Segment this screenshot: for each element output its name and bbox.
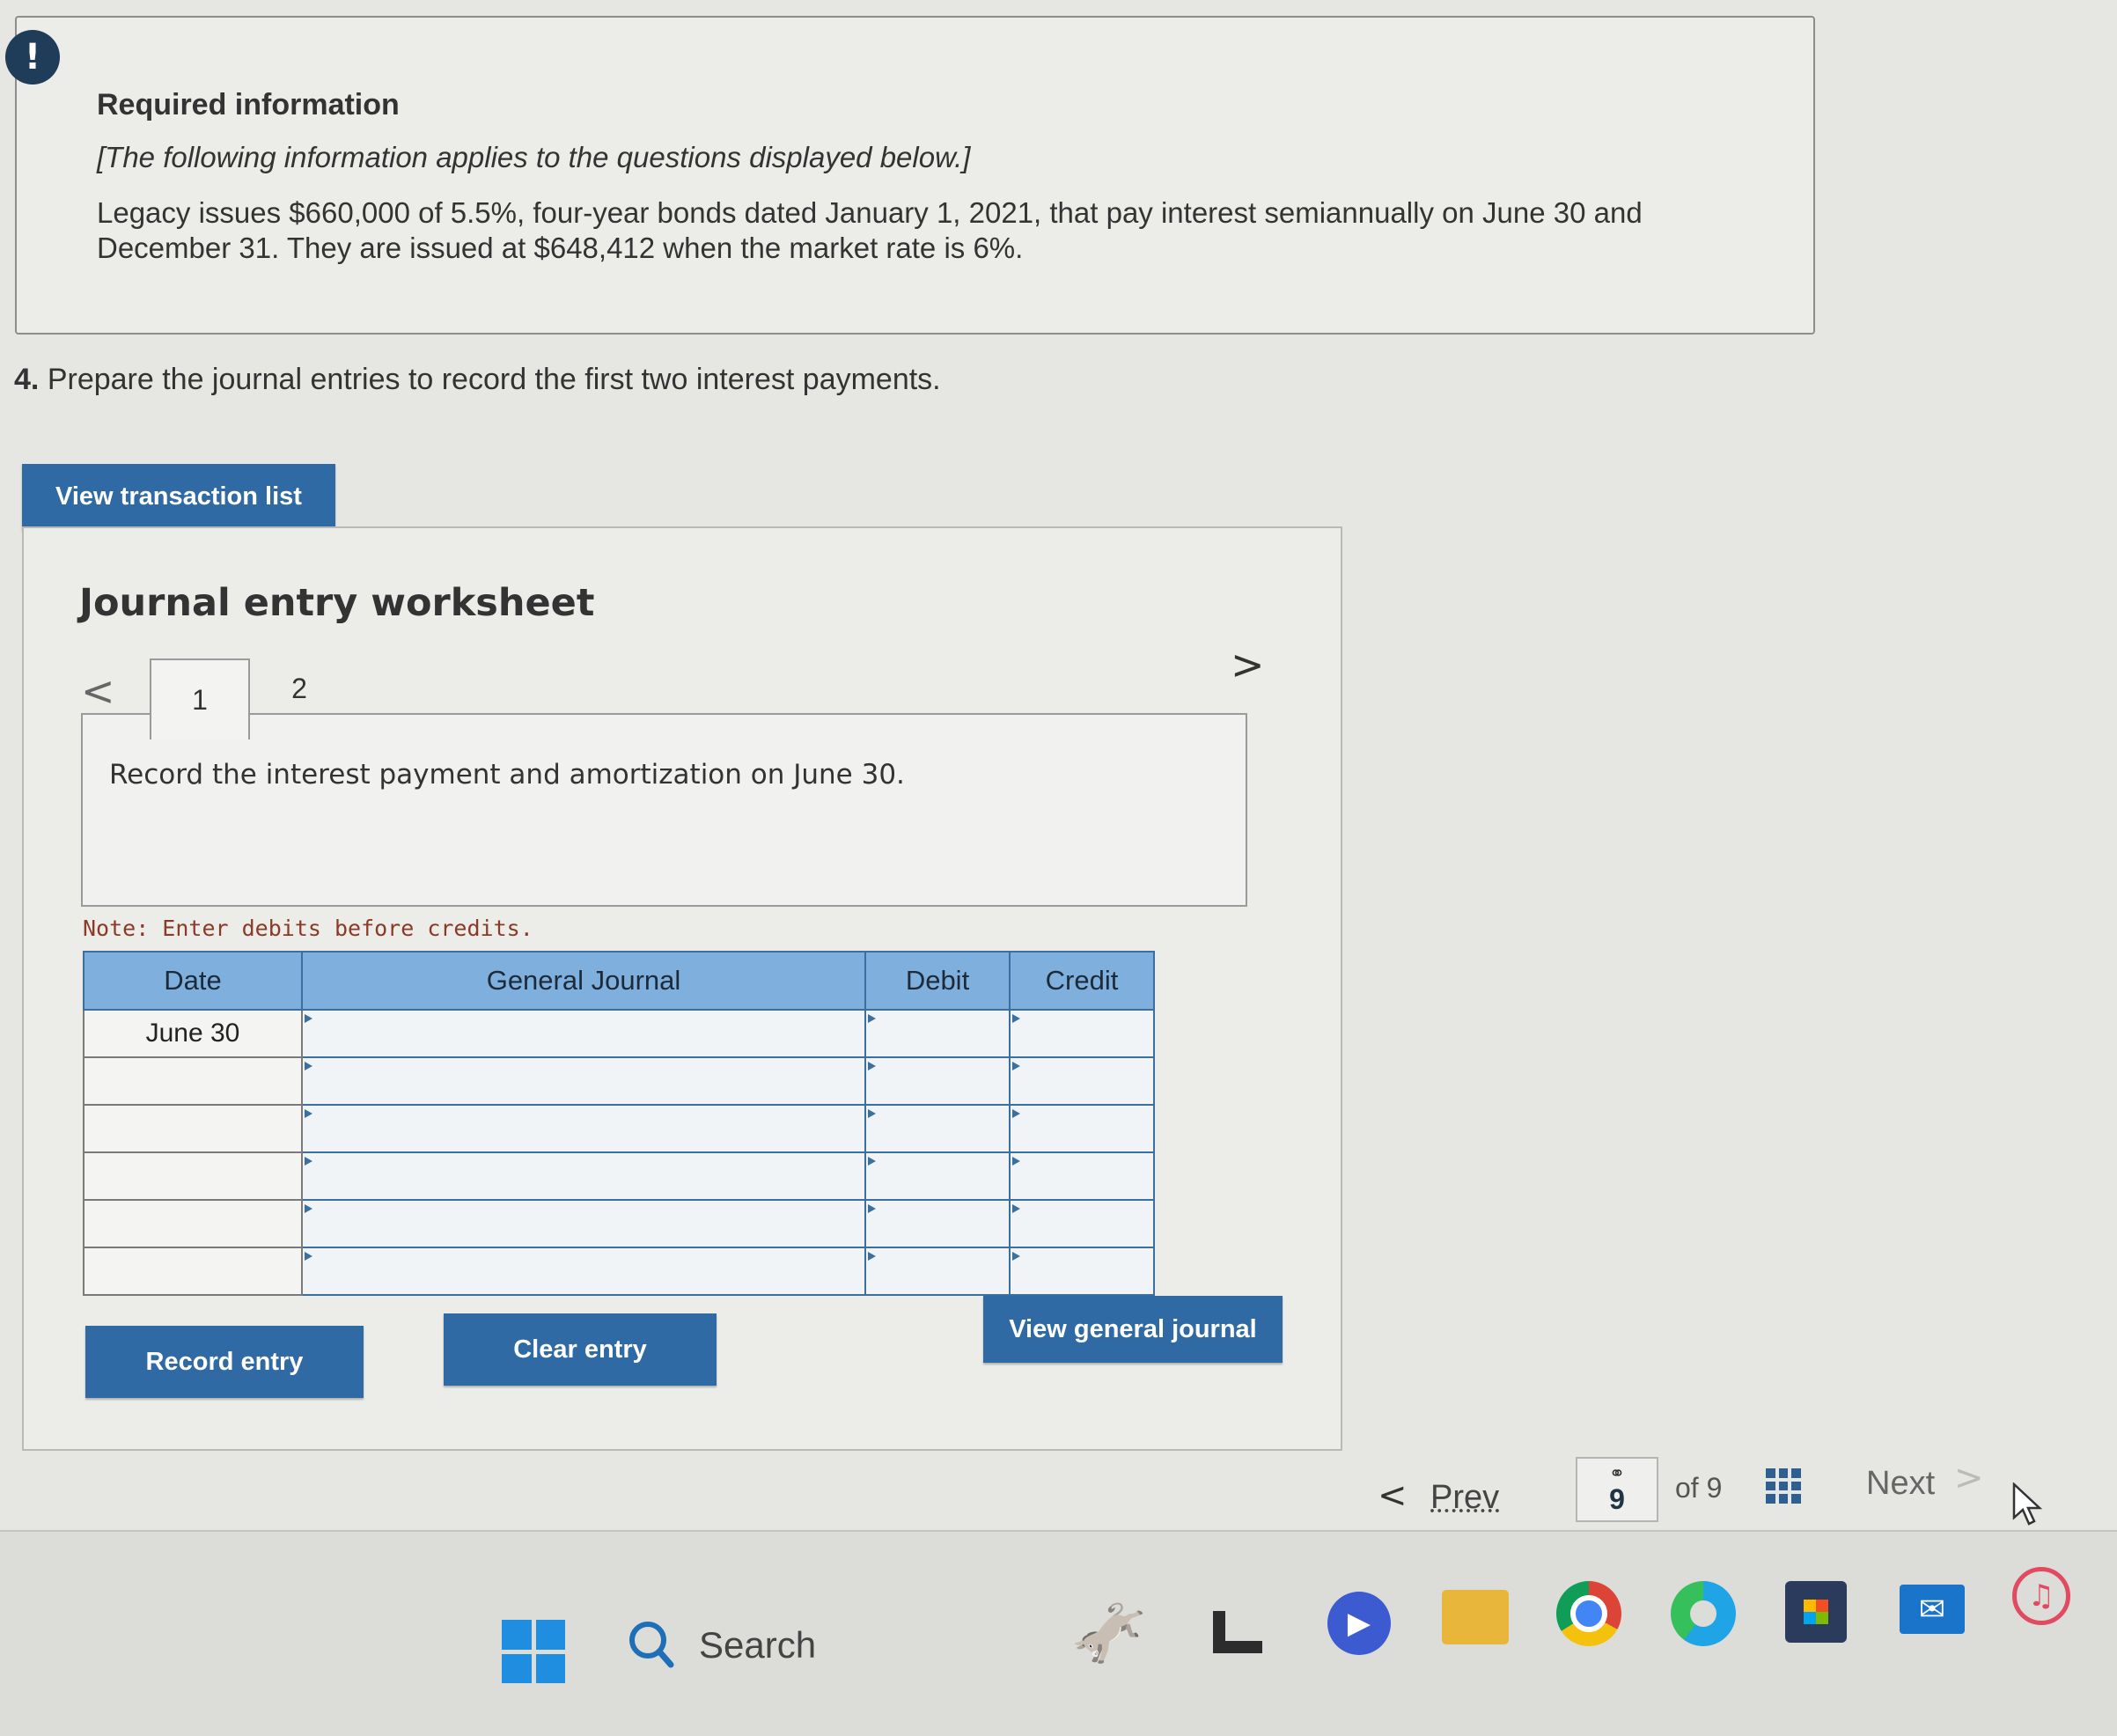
meet-app-icon[interactable]: ▶ xyxy=(1327,1592,1391,1655)
date-column-header: Date xyxy=(83,951,303,1011)
current-page-number: 9 xyxy=(1609,1483,1625,1515)
chevron-right-icon[interactable]: > xyxy=(1954,1458,1984,1498)
journal-table: Date General Journal Debit Credit June 3… xyxy=(83,951,1155,1296)
credit-input[interactable] xyxy=(1009,1199,1155,1248)
account-select[interactable] xyxy=(301,1104,866,1153)
credit-input[interactable] xyxy=(1009,1151,1155,1201)
credit-input[interactable] xyxy=(1009,1056,1155,1106)
store-icon[interactable] xyxy=(1785,1581,1847,1643)
account-select[interactable] xyxy=(301,1247,866,1296)
search-icon[interactable] xyxy=(627,1618,676,1671)
next-link[interactable]: Next xyxy=(1866,1465,1935,1503)
windows-start-icon[interactable] xyxy=(502,1620,565,1683)
date-cell xyxy=(83,1056,303,1106)
l-app-icon[interactable] xyxy=(1211,1607,1264,1657)
account-select[interactable] xyxy=(301,1199,866,1248)
date-cell xyxy=(83,1104,303,1153)
general-journal-column-header: General Journal xyxy=(301,951,866,1011)
debit-input[interactable] xyxy=(864,1104,1011,1153)
file-explorer-icon[interactable] xyxy=(1442,1590,1509,1644)
debits-note: Note: Enter debits before credits. xyxy=(83,916,533,941)
date-cell: June 30 xyxy=(83,1009,303,1058)
chevron-right-icon[interactable]: > xyxy=(1231,641,1265,688)
prev-link[interactable]: Prev xyxy=(1430,1479,1499,1517)
date-cell xyxy=(83,1247,303,1296)
credit-column-header: Credit xyxy=(1009,951,1155,1011)
question-text: 4. Prepare the journal entries to record… xyxy=(14,363,941,397)
chevron-left-icon[interactable]: < xyxy=(81,667,115,715)
account-select[interactable] xyxy=(301,1009,866,1058)
table-row xyxy=(83,1151,1155,1201)
debit-input[interactable] xyxy=(864,1247,1011,1296)
debit-input[interactable] xyxy=(864,1199,1011,1248)
page-number-box[interactable]: ⚭ 9 xyxy=(1576,1457,1658,1522)
debit-input[interactable] xyxy=(864,1151,1011,1201)
date-cell xyxy=(83,1151,303,1201)
table-row xyxy=(83,1199,1155,1248)
view-transaction-list-button[interactable]: View transaction list xyxy=(22,464,335,530)
debit-column-header: Debit xyxy=(864,951,1011,1011)
mail-icon[interactable]: ✉ xyxy=(1900,1585,1965,1634)
required-information-box xyxy=(15,16,1815,335)
clear-entry-button[interactable]: Clear entry xyxy=(444,1313,717,1386)
worksheet-title: Journal entry worksheet xyxy=(79,581,595,625)
edge-icon[interactable] xyxy=(1671,1581,1736,1646)
question-number: 4. xyxy=(14,363,40,396)
credit-input[interactable] xyxy=(1009,1247,1155,1296)
donkey-widget-icon[interactable]: 🫏 xyxy=(1061,1593,1158,1673)
required-information-subtitle: [The following information applies to th… xyxy=(97,141,971,173)
debit-input[interactable] xyxy=(864,1009,1011,1058)
required-information-body: Legacy issues $660,000 of 5.5%, four-yea… xyxy=(97,196,1643,264)
instruction-box xyxy=(81,713,1247,907)
required-information-title: Required information xyxy=(97,88,400,121)
date-cell xyxy=(83,1199,303,1248)
grid-icon[interactable] xyxy=(1766,1468,1801,1504)
credit-input[interactable] xyxy=(1009,1009,1155,1058)
record-entry-button[interactable]: Record entry xyxy=(85,1326,364,1398)
account-select[interactable] xyxy=(301,1056,866,1106)
chrome-icon[interactable] xyxy=(1556,1581,1621,1646)
exclamation-icon: ! xyxy=(5,30,60,85)
table-row: June 30 xyxy=(83,1009,1155,1058)
debit-input[interactable] xyxy=(864,1056,1011,1106)
question-prompt: Prepare the journal entries to record th… xyxy=(47,363,941,396)
mouse-cursor-icon xyxy=(2012,1482,2043,1526)
music-icon[interactable]: ♫ xyxy=(2012,1567,2070,1625)
account-select[interactable] xyxy=(301,1151,866,1201)
table-row xyxy=(83,1247,1155,1296)
page-count: of 9 xyxy=(1675,1472,1723,1504)
chevron-left-icon[interactable]: < xyxy=(1378,1475,1408,1516)
link-icon: ⚭ xyxy=(1608,1463,1626,1485)
table-row xyxy=(83,1104,1155,1153)
journal-table-header: Date General Journal Debit Credit xyxy=(83,951,1155,1011)
taskbar-search-box[interactable]: Search xyxy=(699,1624,816,1666)
tab-2[interactable]: 2 xyxy=(264,662,334,715)
tab-1[interactable]: 1 xyxy=(150,658,250,739)
table-row xyxy=(83,1056,1155,1106)
view-general-journal-button[interactable]: View general journal xyxy=(983,1296,1283,1363)
instruction-text: Record the interest payment and amortiza… xyxy=(109,759,905,791)
credit-input[interactable] xyxy=(1009,1104,1155,1153)
